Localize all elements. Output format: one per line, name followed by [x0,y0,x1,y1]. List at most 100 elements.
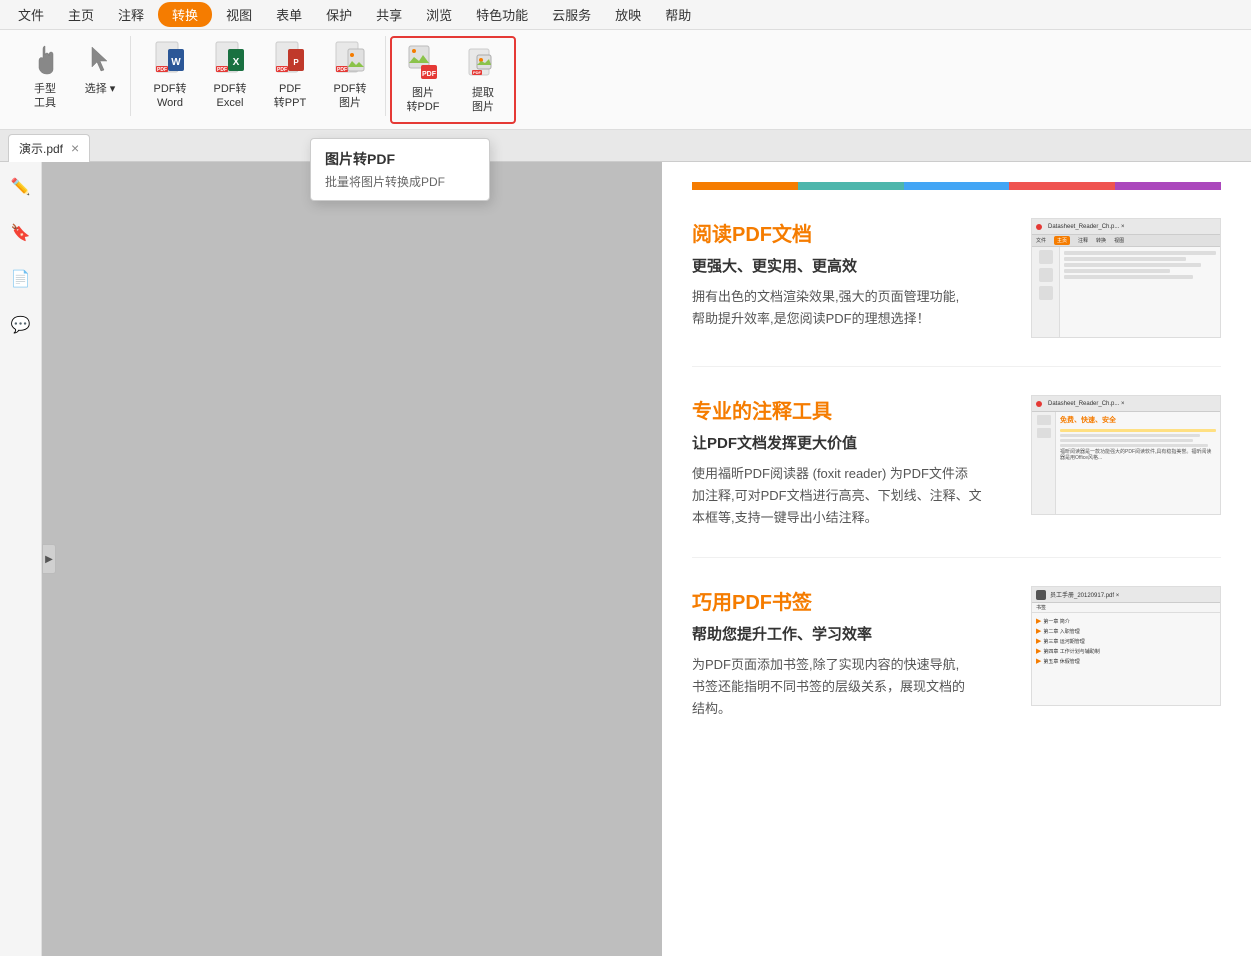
menu-item-browse[interactable]: 浏览 [416,1,462,28]
mini-bookmark-list: ▶ 第一章 简介 ▶ 第二章 入职管理 ▶ 第三章 运河期管理 ▶ [1032,613,1220,706]
feature-bookmark: 巧用PDF书签 帮助您提升工作、学习效率 为PDF页面添加书签,除了实现内容的快… [692,558,1221,748]
pdf-to-excel-label: PDF转Excel [214,82,247,111]
mini-app-3: 员工手册_20120917.pdf × 书签 ▶ 第一章 简介 ▶ 第二章 入职… [1031,586,1221,706]
pdf-to-ppt-label: PDF转PPT [274,82,306,111]
sidebar-icon-bookmark[interactable]: 🔖 [6,218,36,248]
main-area: ✏️ 🔖 📄 💬 ▶ 阅读PDF文档 更强大、更实用、更高效 拥有出色的文档渲染… [0,162,1251,956]
toolbar-group-tools: 手型工具 选择 ▾ [10,36,131,116]
feature-annotation: 专业的注释工具 让PDF文档发挥更大价值 使用福昕PDF阅读器 (foxit r… [692,367,1221,558]
mini-content-1 [1060,247,1220,338]
pdf-tab[interactable]: 演示.pdf × [8,134,90,162]
pdf-image-icon: PDF [332,40,368,80]
mini-sidebar-2 [1032,412,1056,514]
pdf-to-image-label: PDF转图片 [334,82,367,111]
menu-item-annotation[interactable]: 注释 [108,1,154,28]
feature-bookmark-text: 巧用PDF书签 帮助您提升工作、学习效率 为PDF页面添加书签,除了实现内容的快… [692,586,1011,720]
mini-app-2-header: Datasheet_Reader_Ch.p... × [1032,396,1220,412]
mini-menu-1: 文件 主页 注释 转换 视图 [1032,235,1220,247]
sidebar-icon-page[interactable]: 📄 [6,264,36,294]
tooltip-title: 图片转PDF [325,149,475,169]
mini-toolbar-1 [1032,247,1060,338]
pdf-ppt-icon: P PDF [272,40,308,80]
mini-app-1: Datasheet_Reader_Ch.p... × 文件 主页 注释 转换 视… [1031,218,1221,338]
select-button[interactable]: 选择 ▾ [76,36,124,116]
mini-app-3-header: 员工手册_20120917.pdf × [1032,587,1220,603]
feature-read-pdf: 阅读PDF文档 更强大、更实用、更高效 拥有出色的文档渲染效果,强大的页面管理功… [692,190,1221,367]
menu-item-share[interactable]: 共享 [366,1,412,28]
tab-bar: 演示.pdf × [0,130,1251,162]
svg-text:PDF: PDF [473,70,482,75]
pdf-to-word-label: PDF转Word [154,82,187,111]
feature-annotation-text: 专业的注释工具 让PDF文档发挥更大价值 使用福昕PDF阅读器 (foxit r… [692,395,1011,529]
svg-text:X: X [233,57,240,68]
mini-app-2-body: 免费、快速、安全 福昕阅读器是一款功能强大的PDF阅读软件,具有稳指美誉。福昕阅… [1032,412,1220,514]
tooltip-desc: 批量将图片转换成PDF [325,173,475,190]
svg-text:PDF: PDF [157,67,167,73]
toolbar-group-pdf-convert: W PDF PDF转Word X PDF PDF转Excel [135,36,386,116]
mini-app-1-body [1032,247,1220,338]
mini-tab-3: 员工手册_20120917.pdf × [1050,590,1119,599]
select-icon [82,40,118,80]
mini-content-2: 免费、快速、安全 福昕阅读器是一款功能强大的PDF阅读软件,具有稳指美誉。福昕阅… [1056,412,1220,514]
color-seg-4 [1009,182,1115,190]
sidebar-icon-pen[interactable]: ✏️ [6,172,36,202]
extract-image-button[interactable]: PDF 提取图片 [454,40,512,120]
left-sidebar: ✏️ 🔖 📄 💬 [0,162,42,956]
pdf-word-icon: W PDF [152,40,188,80]
hand-icon [27,40,63,80]
select-label: 选择 ▾ [85,82,116,96]
feature-bookmark-subtitle: 帮助您提升工作、学习效率 [692,623,1011,644]
menu-item-view[interactable]: 视图 [216,1,262,28]
mini-app-1-header: Datasheet_Reader_Ch.p... × [1032,219,1220,235]
image-to-pdf-button[interactable]: PDF 图片转PDF [394,40,452,120]
pdf-to-image-button[interactable]: PDF PDF转图片 [321,36,379,116]
color-seg-2 [798,182,904,190]
image-to-pdf-label: 图片转PDF [407,86,440,115]
tab-close-button[interactable]: × [71,140,79,156]
color-seg-1 [692,182,798,190]
feature-annotation-desc: 使用福昕PDF阅读器 (foxit reader) 为PDF文件添加注释,可对P… [692,463,1011,529]
menu-item-protect[interactable]: 保护 [316,1,362,28]
menu-item-convert[interactable]: 转换 [158,2,212,27]
image-to-pdf-icon: PDF [405,44,441,84]
tooltip-popup: 图片转PDF 批量将图片转换成PDF [310,138,490,201]
feature-read-pdf-desc: 拥有出色的文档渲染效果,强大的页面管理功能,帮助提升效率,是您阅读PDF的理想选… [692,286,1011,330]
extract-image-label: 提取图片 [472,86,494,115]
menu-item-file[interactable]: 文件 [8,1,54,28]
mini-app-3-body: ▶ 第一章 简介 ▶ 第二章 入职管理 ▶ 第三章 运河期管理 ▶ [1032,613,1220,706]
sidebar-icon-comment[interactable]: 💬 [6,310,36,340]
pdf-viewer[interactable] [42,162,662,956]
menu-item-home[interactable]: 主页 [58,1,104,28]
pdf-to-ppt-button[interactable]: P PDF PDF转PPT [261,36,319,116]
svg-text:PDF: PDF [277,67,287,73]
svg-text:PDF: PDF [217,67,227,73]
svg-text:P: P [293,58,299,67]
color-seg-5 [1115,182,1221,190]
feature-annotation-subtitle: 让PDF文档发挥更大价值 [692,432,1011,453]
menu-bar: 文件 主页 注释 转换 视图 表单 保护 共享 浏览 特色功能 云服务 放映 帮… [0,0,1251,30]
color-strip [692,182,1221,190]
menu-item-form[interactable]: 表单 [266,1,312,28]
feature-read-pdf-text: 阅读PDF文档 更强大、更实用、更高效 拥有出色的文档渲染效果,强大的页面管理功… [692,218,1011,330]
pdf-to-excel-button[interactable]: X PDF PDF转Excel [201,36,259,116]
collapse-button[interactable]: ▶ [42,544,56,574]
pdf-to-word-button[interactable]: W PDF PDF转Word [141,36,199,116]
menu-item-present[interactable]: 放映 [605,1,651,28]
toolbar: 手型工具 选择 ▾ W PDF PDF转Word [0,30,1251,130]
mini-tab-1: Datasheet_Reader_Ch.p... × [1048,224,1125,230]
feature-bookmark-title: 巧用PDF书签 [692,586,1011,615]
menu-item-cloud[interactable]: 云服务 [542,1,601,28]
hand-tool-label: 手型工具 [34,82,56,111]
menu-item-special[interactable]: 特色功能 [466,1,538,28]
svg-text:PDF: PDF [337,67,347,73]
feature-bookmark-desc: 为PDF页面添加书签,除了实现内容的快速导航,书签还能指明不同书签的层级关系，展… [692,654,1011,720]
hand-tool-button[interactable]: 手型工具 [16,36,74,116]
menu-item-help[interactable]: 帮助 [655,1,701,28]
mini-app-2: Datasheet_Reader_Ch.p... × 免费、快速、安全 福昕阅读… [1031,395,1221,515]
color-seg-3 [904,182,1010,190]
feature-annotation-title: 专业的注释工具 [692,395,1011,424]
tab-filename: 演示.pdf [19,140,63,157]
pdf-excel-icon: X PDF [212,40,248,80]
toolbar-group-image-pdf: PDF 图片转PDF PDF 提取图片 [390,36,516,124]
svg-text:PDF: PDF [422,71,437,78]
